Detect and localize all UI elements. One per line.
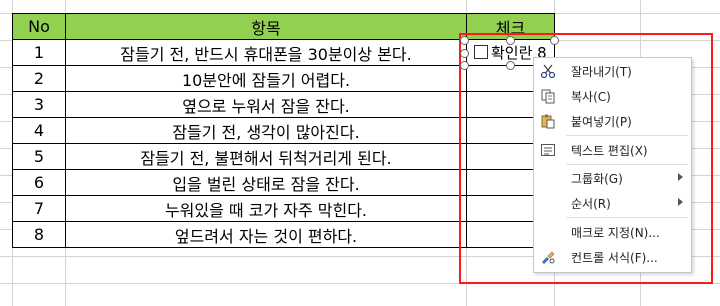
cell-no[interactable]: 5 bbox=[12, 143, 66, 170]
menu-item-group[interactable]: 그룹화(G) bbox=[534, 167, 691, 189]
resize-handle[interactable] bbox=[506, 36, 515, 45]
resize-handle[interactable] bbox=[506, 61, 515, 70]
cell-item[interactable]: 잠들기 전, 생각이 많아진다. bbox=[65, 117, 467, 144]
checkbox-square[interactable] bbox=[474, 45, 488, 59]
resize-handle[interactable] bbox=[460, 36, 469, 45]
menu-label: 순서(R) bbox=[571, 197, 611, 211]
cell-no[interactable]: 4 bbox=[12, 117, 66, 144]
header-item[interactable]: 항목 bbox=[65, 13, 467, 40]
menu-separator bbox=[566, 164, 688, 165]
cell-no[interactable]: 8 bbox=[12, 221, 66, 248]
copy-icon bbox=[540, 88, 556, 104]
text-box-icon bbox=[540, 142, 556, 158]
menu-item-edit-text[interactable]: 텍스트 편집(X) bbox=[534, 139, 691, 161]
header-no[interactable]: No bbox=[12, 13, 66, 40]
cell-item[interactable]: 누워있을 때 코가 자주 막힌다. bbox=[65, 195, 467, 222]
menu-label: 컨트롤 서식(F)... bbox=[571, 251, 658, 265]
menu-item-copy[interactable]: 복사(C) bbox=[534, 85, 691, 107]
cell-no[interactable]: 3 bbox=[12, 91, 66, 118]
context-menu: 잘라내기(T) 복사(C) 붙여넣기(P) 텍스트 편집(X) 그룹화(G) 순… bbox=[533, 57, 692, 273]
submenu-arrow-icon bbox=[678, 198, 683, 206]
resize-handle[interactable] bbox=[460, 49, 469, 58]
menu-item-assign-macro[interactable]: 매크로 지정(N)... bbox=[534, 221, 691, 243]
menu-label: 텍스트 편집(X) bbox=[571, 144, 648, 158]
cell-item[interactable]: 잠들기 전, 반드시 휴대폰을 30분이상 본다. bbox=[65, 39, 467, 66]
cell-item[interactable]: 엎드려서 자는 것이 편하다. bbox=[65, 221, 467, 248]
format-control-icon bbox=[540, 249, 556, 265]
menu-separator bbox=[566, 217, 688, 218]
cell-no[interactable]: 7 bbox=[12, 195, 66, 222]
menu-item-order[interactable]: 순서(R) bbox=[534, 192, 691, 214]
cell-item[interactable]: 잠들기 전, 불편해서 뒤척거리게 된다. bbox=[65, 143, 467, 170]
menu-label: 매크로 지정(N)... bbox=[571, 226, 660, 240]
menu-label: 그룹화(G) bbox=[571, 172, 623, 186]
resize-handle[interactable] bbox=[550, 36, 559, 45]
paste-icon bbox=[540, 113, 556, 129]
menu-item-cut[interactable]: 잘라내기(T) bbox=[534, 60, 691, 82]
cell-no[interactable]: 6 bbox=[12, 169, 66, 196]
cell-no[interactable]: 2 bbox=[12, 65, 66, 92]
menu-label: 잘라내기(T) bbox=[571, 65, 632, 79]
submenu-arrow-icon bbox=[678, 173, 683, 181]
menu-label: 복사(C) bbox=[571, 90, 611, 104]
cell-item[interactable]: 10분안에 잠들기 어렵다. bbox=[65, 65, 467, 92]
menu-separator bbox=[566, 135, 688, 136]
menu-item-paste[interactable]: 붙여넣기(P) bbox=[534, 110, 691, 132]
cell-item[interactable]: 옆으로 누워서 잠을 잔다. bbox=[65, 91, 467, 118]
cell-item[interactable]: 입을 벌린 상태로 잠을 잔다. bbox=[65, 169, 467, 196]
scissors-icon bbox=[540, 63, 556, 79]
menu-label: 붙여넣기(P) bbox=[571, 115, 632, 129]
menu-item-format-control[interactable]: 컨트롤 서식(F)... bbox=[534, 246, 691, 268]
cell-no[interactable]: 1 bbox=[12, 39, 66, 66]
resize-handle[interactable] bbox=[460, 61, 469, 70]
